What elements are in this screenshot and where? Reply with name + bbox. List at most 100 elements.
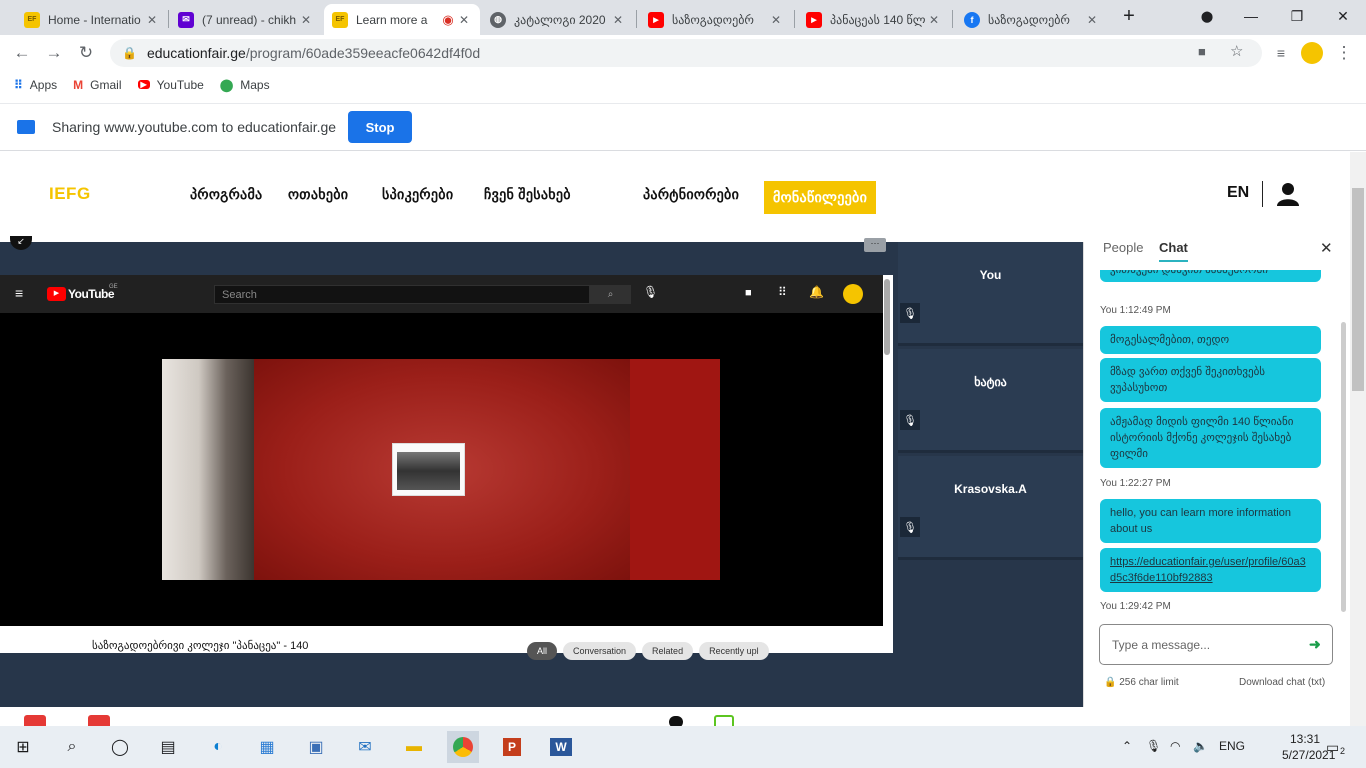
participant-name: ხატია — [974, 375, 1007, 389]
notification-center-icon[interactable]: ▭ — [1326, 739, 1339, 756]
apps-grid-icon: ⠿ — [14, 77, 23, 92]
cortana-icon[interactable]: ◯ — [104, 731, 136, 763]
language-switch[interactable]: EN — [1227, 184, 1249, 202]
nav-participants[interactable]: მონაწილეები — [764, 181, 877, 214]
control-panel-icon[interactable]: ▦ — [251, 731, 283, 763]
microphone-icon[interactable]: 🎙 — [1146, 739, 1161, 753]
input-language[interactable]: ENG — [1219, 739, 1245, 753]
bookmark-gmail[interactable]: M Gmail — [73, 78, 121, 92]
lock-icon: 🔒 — [122, 46, 137, 60]
url-path: /program/60ade359eeacfe0642df4f0d — [245, 45, 481, 61]
tray-expand-icon[interactable]: ⌃ — [1122, 739, 1132, 753]
url-host: educationfair.ge — [146, 45, 246, 61]
chip-recently-uploaded[interactable]: Recently upl — [699, 642, 769, 660]
meeting-stage: ↙ ··· ≡ ▶ YouTube GE Search ⌕ 🎙 ■ ⠿ 🔔 სა… — [0, 236, 1350, 707]
close-icon[interactable]: ✕ — [1320, 239, 1333, 257]
wifi-icon[interactable]: ◠ — [1170, 739, 1180, 753]
more-options-icon[interactable]: ··· — [864, 238, 886, 252]
nav-rooms[interactable]: ოთახები — [288, 186, 348, 203]
chat-input-placeholder: Type a message... — [1112, 637, 1211, 652]
create-video-icon[interactable]: ■ — [745, 287, 752, 299]
start-icon[interactable]: ⊞ — [7, 731, 39, 763]
download-chat-link[interactable]: Download chat (txt) — [1239, 677, 1325, 688]
minimize-icon[interactable]: — — [1228, 0, 1274, 32]
close-icon[interactable]: ✕ — [456, 13, 472, 27]
word-icon[interactable]: W — [545, 731, 577, 763]
media-control-icon[interactable]: ≡ — [1268, 40, 1294, 66]
site-logo[interactable]: IEFG — [49, 184, 91, 204]
chrome-icon[interactable] — [447, 731, 479, 763]
back-arrow-icon[interactable]: ↙ — [10, 236, 32, 250]
close-icon[interactable]: ✕ — [768, 13, 784, 27]
bookmark-apps[interactable]: ⠿ Apps — [14, 78, 57, 92]
user-icon[interactable] — [1277, 182, 1299, 206]
video-title: საზოგადოებრივი კოლეჯი "პანაცეა" - 140 — [92, 640, 309, 652]
tab-home[interactable]: EF Home - Internatio ✕ — [16, 4, 168, 35]
page-below-fold — [0, 707, 1350, 729]
bookmark-youtube[interactable]: ▶ YouTube — [137, 78, 204, 92]
profile-avatar-icon[interactable] — [1299, 40, 1325, 66]
store-icon[interactable]: ▣ — [300, 731, 332, 763]
forward-icon[interactable]: → — [41, 40, 67, 66]
window-close-icon[interactable]: ✕ — [1320, 0, 1366, 32]
close-icon[interactable]: ✕ — [144, 13, 160, 27]
clock[interactable]: 13:31 5/27/2021 — [1282, 731, 1335, 763]
tab-people[interactable]: People — [1103, 240, 1143, 255]
nav-partners[interactable]: პარტნიორები — [643, 186, 739, 203]
maximize-icon[interactable]: ❐ — [1274, 0, 1320, 32]
close-icon[interactable]: ✕ — [1084, 13, 1100, 27]
more-menu-icon[interactable]: ⋮ — [1331, 40, 1357, 66]
close-icon[interactable]: ✕ — [298, 13, 314, 27]
youtube-brand[interactable]: YouTube — [68, 287, 115, 301]
participant-tile[interactable]: Krasovska.A 🎙 — [898, 456, 1083, 560]
camera-icon[interactable]: ■ — [1198, 44, 1206, 59]
tab-chat[interactable]: Chat — [1159, 240, 1188, 262]
nav-speakers[interactable]: სპიკერები — [382, 186, 453, 203]
bookmark-maps[interactable]: ⬤ Maps — [220, 78, 270, 92]
chat-message-input[interactable]: Type a message... ➜ — [1099, 624, 1333, 665]
mail-icon[interactable]: ✉ — [349, 731, 381, 763]
chip-all[interactable]: All — [527, 642, 558, 660]
tab-youtube-2[interactable]: ▶ პანაცეას 140 წლ ✕ — [798, 4, 950, 35]
chat-scrollbar[interactable] — [1341, 322, 1346, 612]
profile-link[interactable]: https://educationfair.ge/user/profile/60… — [1110, 556, 1306, 584]
back-icon[interactable]: ← — [9, 40, 35, 66]
address-bar[interactable]: 🔒 educationfair.ge/program/60ade359eeacf… — [110, 39, 1262, 67]
chip-related[interactable]: Related — [642, 642, 694, 660]
edge-icon[interactable]: ◐ — [202, 731, 234, 763]
close-icon[interactable]: ✕ — [610, 13, 626, 27]
nav-about[interactable]: ჩვენ შესახებ — [484, 186, 571, 203]
task-view-icon[interactable]: ▤ — [152, 731, 184, 763]
youtube-avatar[interactable] — [843, 284, 863, 304]
volume-icon[interactable]: 🔈 — [1193, 739, 1208, 753]
send-icon[interactable]: ➜ — [1309, 636, 1321, 653]
tab-search-icon[interactable]: ⬤ — [1184, 0, 1230, 32]
participant-tile[interactable]: You 🎙 — [898, 242, 1083, 346]
tab-mail[interactable]: ✉ (7 unread) - chikh ✕ — [170, 4, 322, 35]
tab-learn-more[interactable]: EF Learn more a ◉ ✕ — [324, 4, 480, 35]
new-tab-button[interactable]: + — [1106, 0, 1152, 32]
youtube-search-input[interactable]: Search — [214, 285, 590, 304]
close-icon[interactable]: ✕ — [926, 13, 942, 27]
file-explorer-icon[interactable]: ▬ — [398, 731, 430, 763]
nav-program[interactable]: პროგრამა — [190, 186, 262, 203]
reload-icon[interactable]: ↻ — [73, 40, 99, 66]
stop-sharing-button[interactable]: Stop — [348, 111, 413, 143]
participant-tile[interactable]: ხატია 🎙 — [898, 349, 1083, 453]
chip-conversation[interactable]: Conversation — [563, 642, 637, 660]
youtube-scrollbar[interactable] — [884, 279, 890, 355]
hamburger-menu-icon[interactable]: ≡ — [15, 285, 23, 301]
bookmark-star-icon[interactable]: ☆ — [1230, 42, 1243, 60]
video-player[interactable] — [0, 313, 883, 626]
page-scrollbar[interactable] — [1350, 152, 1366, 726]
voice-search-icon[interactable]: 🎙 — [643, 285, 658, 299]
edu-fair-icon: EF — [24, 11, 40, 28]
search-icon[interactable]: ⌕ — [56, 731, 88, 763]
powerpoint-icon[interactable]: P — [496, 731, 528, 763]
tab-youtube-1[interactable]: ▶ საზოგადოებრ ✕ — [640, 4, 792, 35]
tab-facebook[interactable]: f საზოგადოებრ ✕ — [956, 4, 1108, 35]
tab-catalog[interactable]: ◍ კატალოგი 2020 ✕ — [482, 4, 634, 35]
notifications-bell-icon[interactable]: 🔔 — [809, 285, 824, 299]
search-icon[interactable]: ⌕ — [590, 285, 631, 304]
apps-grid-icon[interactable]: ⠿ — [778, 285, 787, 299]
